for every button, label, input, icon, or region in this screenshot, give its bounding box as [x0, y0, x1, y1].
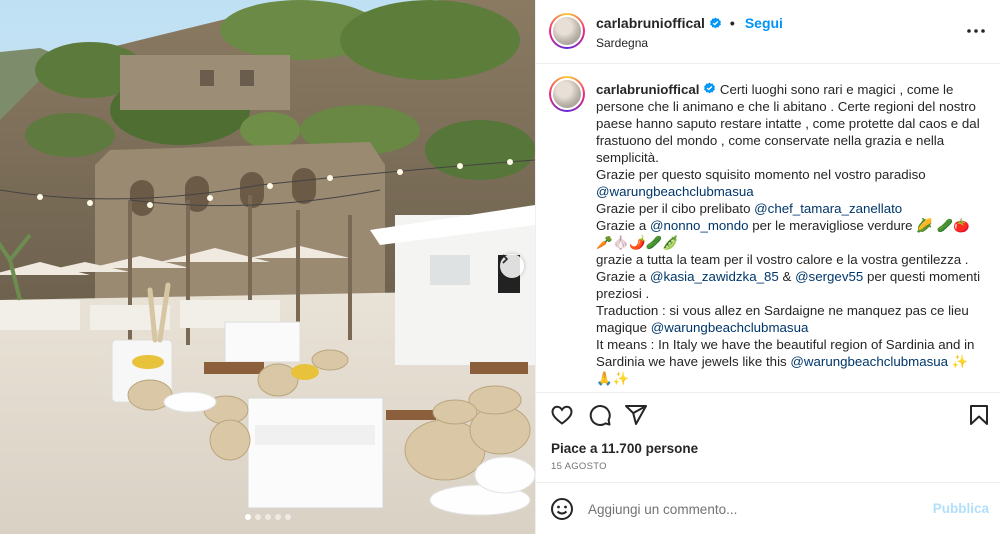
beach-club-photo — [0, 0, 535, 534]
publish-button[interactable]: Pubblica — [933, 501, 989, 516]
bookmark-icon[interactable] — [967, 403, 991, 427]
location-link[interactable]: Sardegna — [596, 36, 648, 50]
chevron-right-icon — [502, 254, 509, 264]
caption-line: Grazie a — [596, 269, 647, 284]
carousel-dot — [244, 514, 251, 520]
mention-link[interactable]: @sergev55 — [795, 269, 863, 284]
caption-username[interactable]: carlabrunioffical — [596, 82, 699, 97]
emoji-icon[interactable] — [550, 497, 574, 521]
comment-bar: Pubblica — [536, 482, 1000, 534]
caption-section: carlabrunioffical Certi luoghi sono rari… — [536, 65, 1000, 390]
follow-button[interactable]: Segui — [745, 15, 783, 31]
next-slide-button[interactable] — [500, 254, 524, 278]
mention-link[interactable]: @warungbeachclubmasua — [651, 320, 809, 335]
avatar[interactable] — [549, 13, 585, 49]
avatar[interactable] — [549, 76, 585, 112]
emoji-text: 🙏✨ — [596, 371, 630, 386]
heart-icon[interactable] — [550, 403, 574, 427]
caption-line: per le meravigliose verdure 🌽 🥒🍅 — [752, 218, 970, 233]
verified-badge-icon — [710, 17, 721, 28]
header-user-row: carlabrunioffical • Segui — [596, 15, 783, 31]
likes-count[interactable]: Piace a 11.700 persone — [551, 441, 698, 456]
mention-link[interactable]: @kasia_zawidzka_85 — [650, 269, 779, 284]
post-photo[interactable] — [0, 0, 535, 534]
caption-line: grazie a tutta la team per il vostro cal… — [596, 252, 969, 267]
mention-link[interactable]: @chef_tamara_zanellato — [754, 201, 902, 216]
paper-plane-icon[interactable] — [624, 403, 648, 427]
carousel-dot — [264, 514, 271, 520]
caption-line: Grazie a — [596, 218, 647, 233]
verified-badge-icon — [704, 82, 716, 94]
mention-link[interactable]: @warungbeachclubmasua — [790, 354, 948, 369]
mention-link[interactable]: @nonno_mondo — [650, 218, 749, 233]
emoji-text: 🥕🧄🌶️🥒🫛 — [596, 235, 679, 250]
more-options-icon[interactable] — [965, 20, 987, 42]
instagram-post: carlabrunioffical • Segui Sardegna carla… — [0, 0, 1000, 534]
comment-input[interactable] — [588, 496, 918, 522]
caption-line: Grazie per il cibo prelibato — [596, 201, 751, 216]
dot-separator: • — [729, 15, 735, 31]
carousel-dot — [254, 514, 261, 520]
carousel-dot — [284, 514, 291, 520]
carousel-dots — [0, 514, 535, 520]
carousel-dot — [274, 514, 281, 520]
post-side-panel: carlabrunioffical • Segui Sardegna carla… — [535, 0, 1000, 534]
caption-line: & — [782, 269, 792, 284]
username-link[interactable]: carlabrunioffical — [596, 15, 705, 31]
caption-text: carlabrunioffical Certi luoghi sono rari… — [596, 81, 986, 387]
action-bar — [536, 392, 1000, 438]
mention-link[interactable]: @warungbeachclubmasua — [596, 184, 754, 199]
comment-icon[interactable] — [588, 403, 612, 427]
post-date[interactable]: 15 AGOSTO — [551, 461, 607, 472]
emoji-text: ✨ — [951, 354, 969, 369]
post-header: carlabrunioffical • Segui Sardegna — [536, 0, 1000, 64]
caption-line: Grazie per questo squisito momento nel v… — [596, 167, 926, 182]
